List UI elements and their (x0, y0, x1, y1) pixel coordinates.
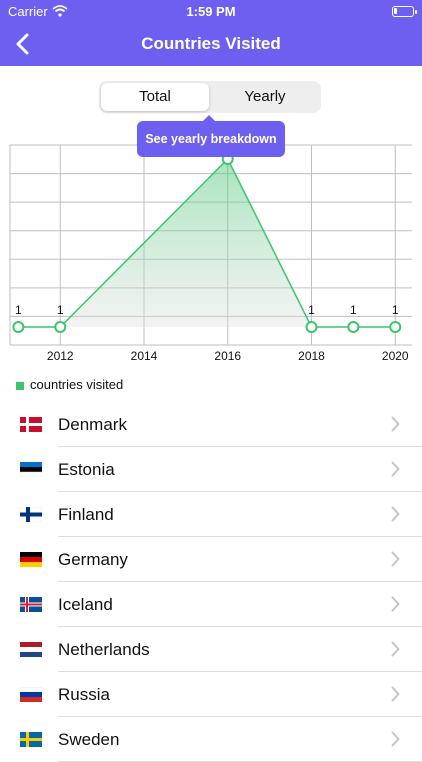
chart-legend: countries visited (16, 377, 123, 392)
chevron-right-icon (391, 461, 400, 477)
chevron-right-icon (391, 551, 400, 567)
data-label: 1 (308, 303, 315, 317)
data-label: 1 (15, 303, 22, 317)
russia-flag-icon (20, 687, 42, 702)
country-name: Denmark (58, 415, 127, 434)
status-bar: Carrier 1:59 PM (0, 4, 422, 22)
chevron-right-icon (391, 641, 400, 657)
country-row-sweden[interactable]: Sweden (0, 717, 422, 762)
legend-label: countries visited (30, 377, 124, 392)
country-name: Russia (58, 685, 110, 704)
x-tick-label: 2020 (382, 349, 409, 363)
legend-swatch (16, 381, 24, 390)
estonia-flag-icon (20, 462, 42, 477)
country-row-russia[interactable]: Russia (0, 672, 422, 717)
battery-icon (392, 6, 417, 17)
data-point (305, 321, 318, 333)
country-list: Denmark Estonia Finland Germany Iceland Nethe… (0, 402, 422, 762)
x-tick-label: 2018 (298, 349, 325, 363)
country-name: Finland (58, 505, 114, 524)
country-row-iceland[interactable]: Iceland (0, 582, 422, 627)
yearly-breakdown-tooltip[interactable]: See yearly breakdown (137, 115, 285, 157)
countries-chart: 1 1 1 1 1 2012 2014 2016 2018 2020 (9, 144, 412, 363)
data-label: 1 (57, 303, 64, 317)
sweden-flag-icon (20, 732, 42, 747)
page-title: Countries Visited (141, 34, 281, 53)
country-name: Germany (58, 550, 128, 569)
segment-total[interactable]: Total (101, 83, 209, 111)
country-row-denmark[interactable]: Denmark (0, 402, 422, 447)
country-row-germany[interactable]: Germany (0, 537, 422, 582)
data-point (54, 321, 67, 333)
chevron-right-icon (391, 731, 400, 747)
netherlands-flag-icon (20, 642, 42, 657)
country-row-estonia[interactable]: Estonia (0, 447, 422, 492)
clock: 1:59 PM (186, 4, 236, 19)
chevron-right-icon (391, 596, 400, 612)
data-label: 1 (350, 303, 357, 317)
country-name: Sweden (58, 730, 120, 749)
x-tick-label: 2012 (47, 349, 74, 363)
data-point (12, 321, 25, 333)
country-row-finland[interactable]: Finland (0, 492, 422, 537)
country-name: Netherlands (58, 640, 150, 659)
x-tick-label: 2016 (214, 349, 241, 363)
denmark-flag-icon (20, 417, 42, 432)
segment-yearly[interactable]: Yearly (211, 83, 319, 111)
finland-flag-icon (20, 507, 42, 522)
germany-flag-icon (20, 552, 42, 567)
chevron-right-icon (391, 506, 400, 522)
data-label: 1 (392, 303, 399, 317)
chevron-right-icon (391, 686, 400, 702)
country-name: Estonia (58, 460, 115, 479)
country-name: Iceland (58, 595, 113, 614)
x-tick-label: 2014 (131, 349, 158, 363)
chevron-right-icon (391, 416, 400, 432)
navigation-bar: Carrier 1:59 PM Countries Visited (0, 0, 422, 66)
country-row-netherlands[interactable]: Netherlands (0, 627, 422, 672)
data-point (389, 321, 402, 333)
data-point (347, 321, 360, 333)
view-segmented-control: Total Yearly (99, 81, 321, 113)
iceland-flag-icon (20, 597, 42, 612)
area-fill (18, 159, 396, 327)
